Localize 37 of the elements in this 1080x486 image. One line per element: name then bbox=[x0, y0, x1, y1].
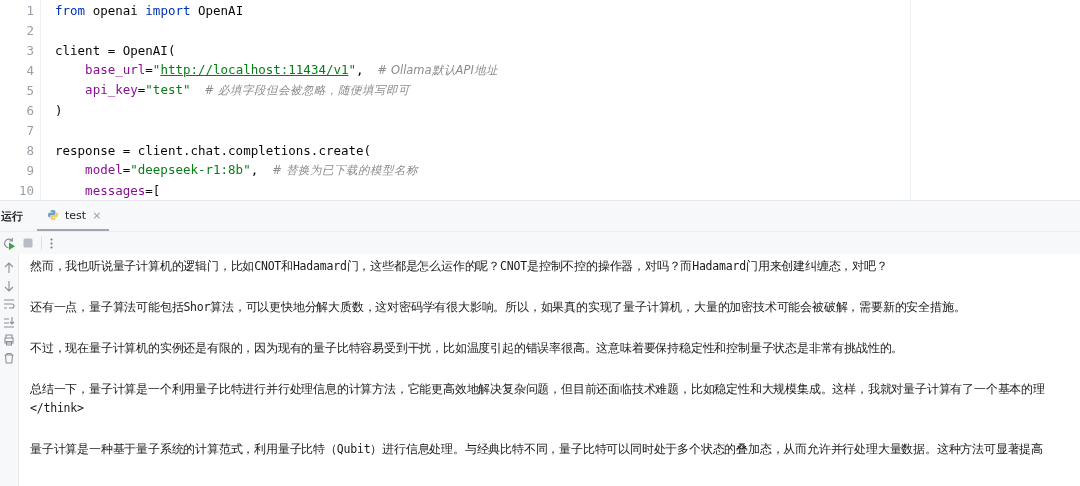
down-arrow-icon[interactable] bbox=[3, 280, 15, 292]
line-number: 3 bbox=[25, 42, 35, 58]
line-number: 6 bbox=[25, 102, 35, 118]
tab-label: test bbox=[65, 208, 87, 222]
scroll-to-end-icon[interactable] bbox=[3, 316, 15, 328]
print-icon[interactable] bbox=[3, 334, 15, 346]
console-output-line: </think> bbox=[30, 400, 85, 417]
console-output-line: 量子计算是一种基于量子系统的计算范式，利用量子比特（Qubit）进行信息处理。与经典比特不同，量子比特可以同时处于多个状态的叠加态，从而允许并行处理大量数据。这种方法可显著提高 bbox=[30, 441, 1045, 458]
code-line: client = OpenAI( bbox=[55, 42, 176, 58]
console-output-line: 还有一点，量子算法可能包括Shor算法，可以更快地分解大质数，这对密码学有很大影响。所以，如果真的实现了量子计算机，大量的加密技术可能会被破解，需要新的安全措施。 bbox=[30, 299, 967, 316]
up-arrow-icon[interactable] bbox=[3, 262, 15, 274]
soft-wrap-icon[interactable] bbox=[3, 298, 15, 310]
python-icon bbox=[47, 209, 59, 221]
line-number: 5 bbox=[25, 82, 35, 98]
rerun-icon[interactable] bbox=[2, 236, 15, 250]
line-number: 4 bbox=[25, 62, 35, 78]
stop-icon[interactable] bbox=[23, 238, 33, 248]
code-line: model="deepseek-r1:8b", # 替换为已下载的模型名称 bbox=[84, 162, 418, 178]
code-line: api_key="test" # 必填字段但会被忽略，随便填写即可 bbox=[84, 82, 410, 98]
line-number: 9 bbox=[25, 162, 35, 178]
code-line: response = client.chat.completions.create( bbox=[55, 142, 372, 158]
code-line: from openai import OpenAI bbox=[55, 2, 244, 18]
line-number: 10 bbox=[17, 182, 35, 198]
console-output-line: 不过，现在量子计算机的实例还是有限的，因为现有的量子比特容易受到干扰，比如温度引起的错误率很高。这意味着要保持稳定性和控制量子状态是非常有挑战性的。 bbox=[30, 340, 905, 357]
code-line: ) bbox=[55, 102, 63, 118]
code-line: base_url="http://localhost:11434/v1", # Ollama默认API地址 bbox=[84, 62, 498, 78]
line-number: 7 bbox=[25, 122, 35, 138]
line-number: 2 bbox=[25, 22, 35, 38]
more-icon[interactable] bbox=[50, 237, 53, 249]
panel-title: 运行 bbox=[0, 208, 24, 224]
trash-icon[interactable] bbox=[3, 352, 15, 364]
line-number: 8 bbox=[25, 142, 35, 158]
code-line: messages=[ bbox=[84, 182, 161, 198]
console-output-line: 总结一下，量子计算是一个利用量子比特进行并行处理信息的计算方法，它能更高效地解决复杂问题，但目前还面临技术难题，比如稳定性和大规模集成。这样，我就对量子计算有了一个基本的理 bbox=[30, 381, 1046, 398]
run-tab[interactable]: test × bbox=[37, 201, 110, 231]
console-output-line: 然而，我也听说量子计算机的逻辑门，比如CNOT和Hadamard门，这些都是怎么运作的呢？CNOT是控制不控的操作器，对吗？而Hadamard门用来创建纠缠态，对吧？ bbox=[30, 258, 889, 275]
line-number: 1 bbox=[25, 2, 35, 18]
